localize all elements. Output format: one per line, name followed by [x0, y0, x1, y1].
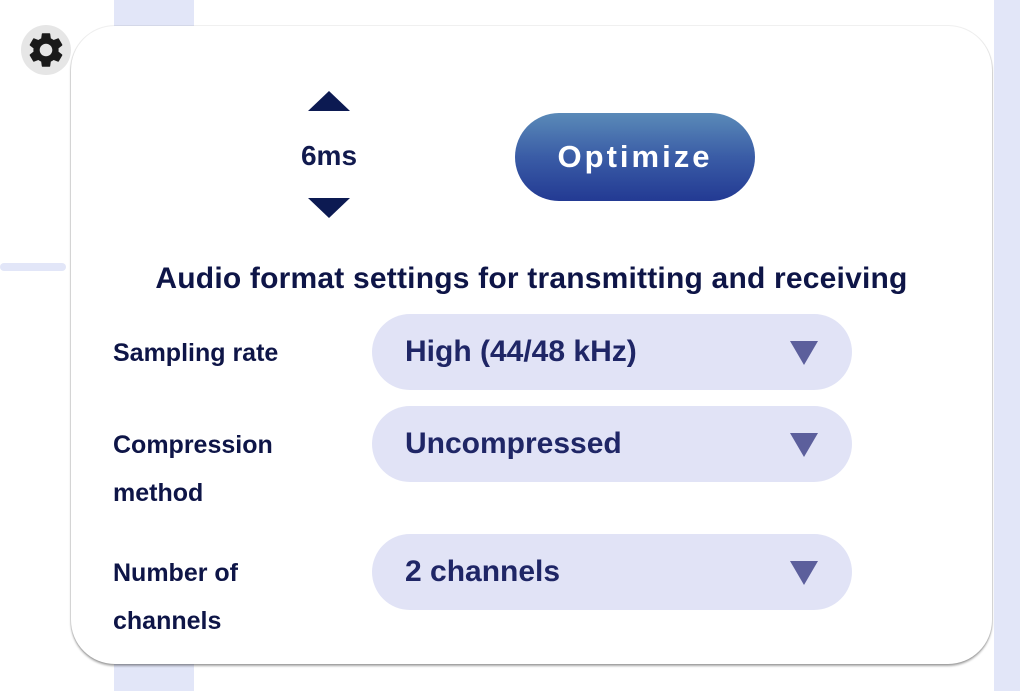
sampling-rate-value: High (44/48 kHz) [405, 335, 637, 368]
compression-method-dropdown[interactable]: Uncompressed [372, 406, 852, 482]
latency-value: 6ms [300, 140, 358, 171]
compression-method-label: Compression method [113, 431, 273, 507]
caret-down-icon [790, 561, 818, 585]
optimize-button[interactable]: Optimize [515, 113, 755, 201]
compression-method-value: Uncompressed [405, 427, 622, 460]
caret-down-icon [790, 341, 818, 365]
sampling-rate-dropdown[interactable]: High (44/48 kHz) [372, 314, 852, 390]
channels-label: Number of channels [113, 559, 238, 635]
caret-down-icon [790, 433, 818, 457]
channels-dropdown[interactable]: 2 channels [372, 534, 852, 610]
background-divider [0, 263, 66, 271]
sampling-rate-label: Sampling rate [113, 339, 279, 367]
triangle-down-icon[interactable] [308, 198, 350, 218]
latency-stepper: 6ms [281, 88, 377, 224]
background-panel-right [994, 0, 1020, 691]
section-title: Audio format settings for transmitting a… [155, 262, 908, 295]
gear-icon [29, 33, 63, 67]
triangle-up-icon[interactable] [308, 91, 350, 111]
audio-settings-card: 6ms Optimize Audio format settings for t… [71, 26, 992, 664]
channels-value: 2 channels [405, 555, 561, 588]
settings-button[interactable] [21, 25, 71, 75]
